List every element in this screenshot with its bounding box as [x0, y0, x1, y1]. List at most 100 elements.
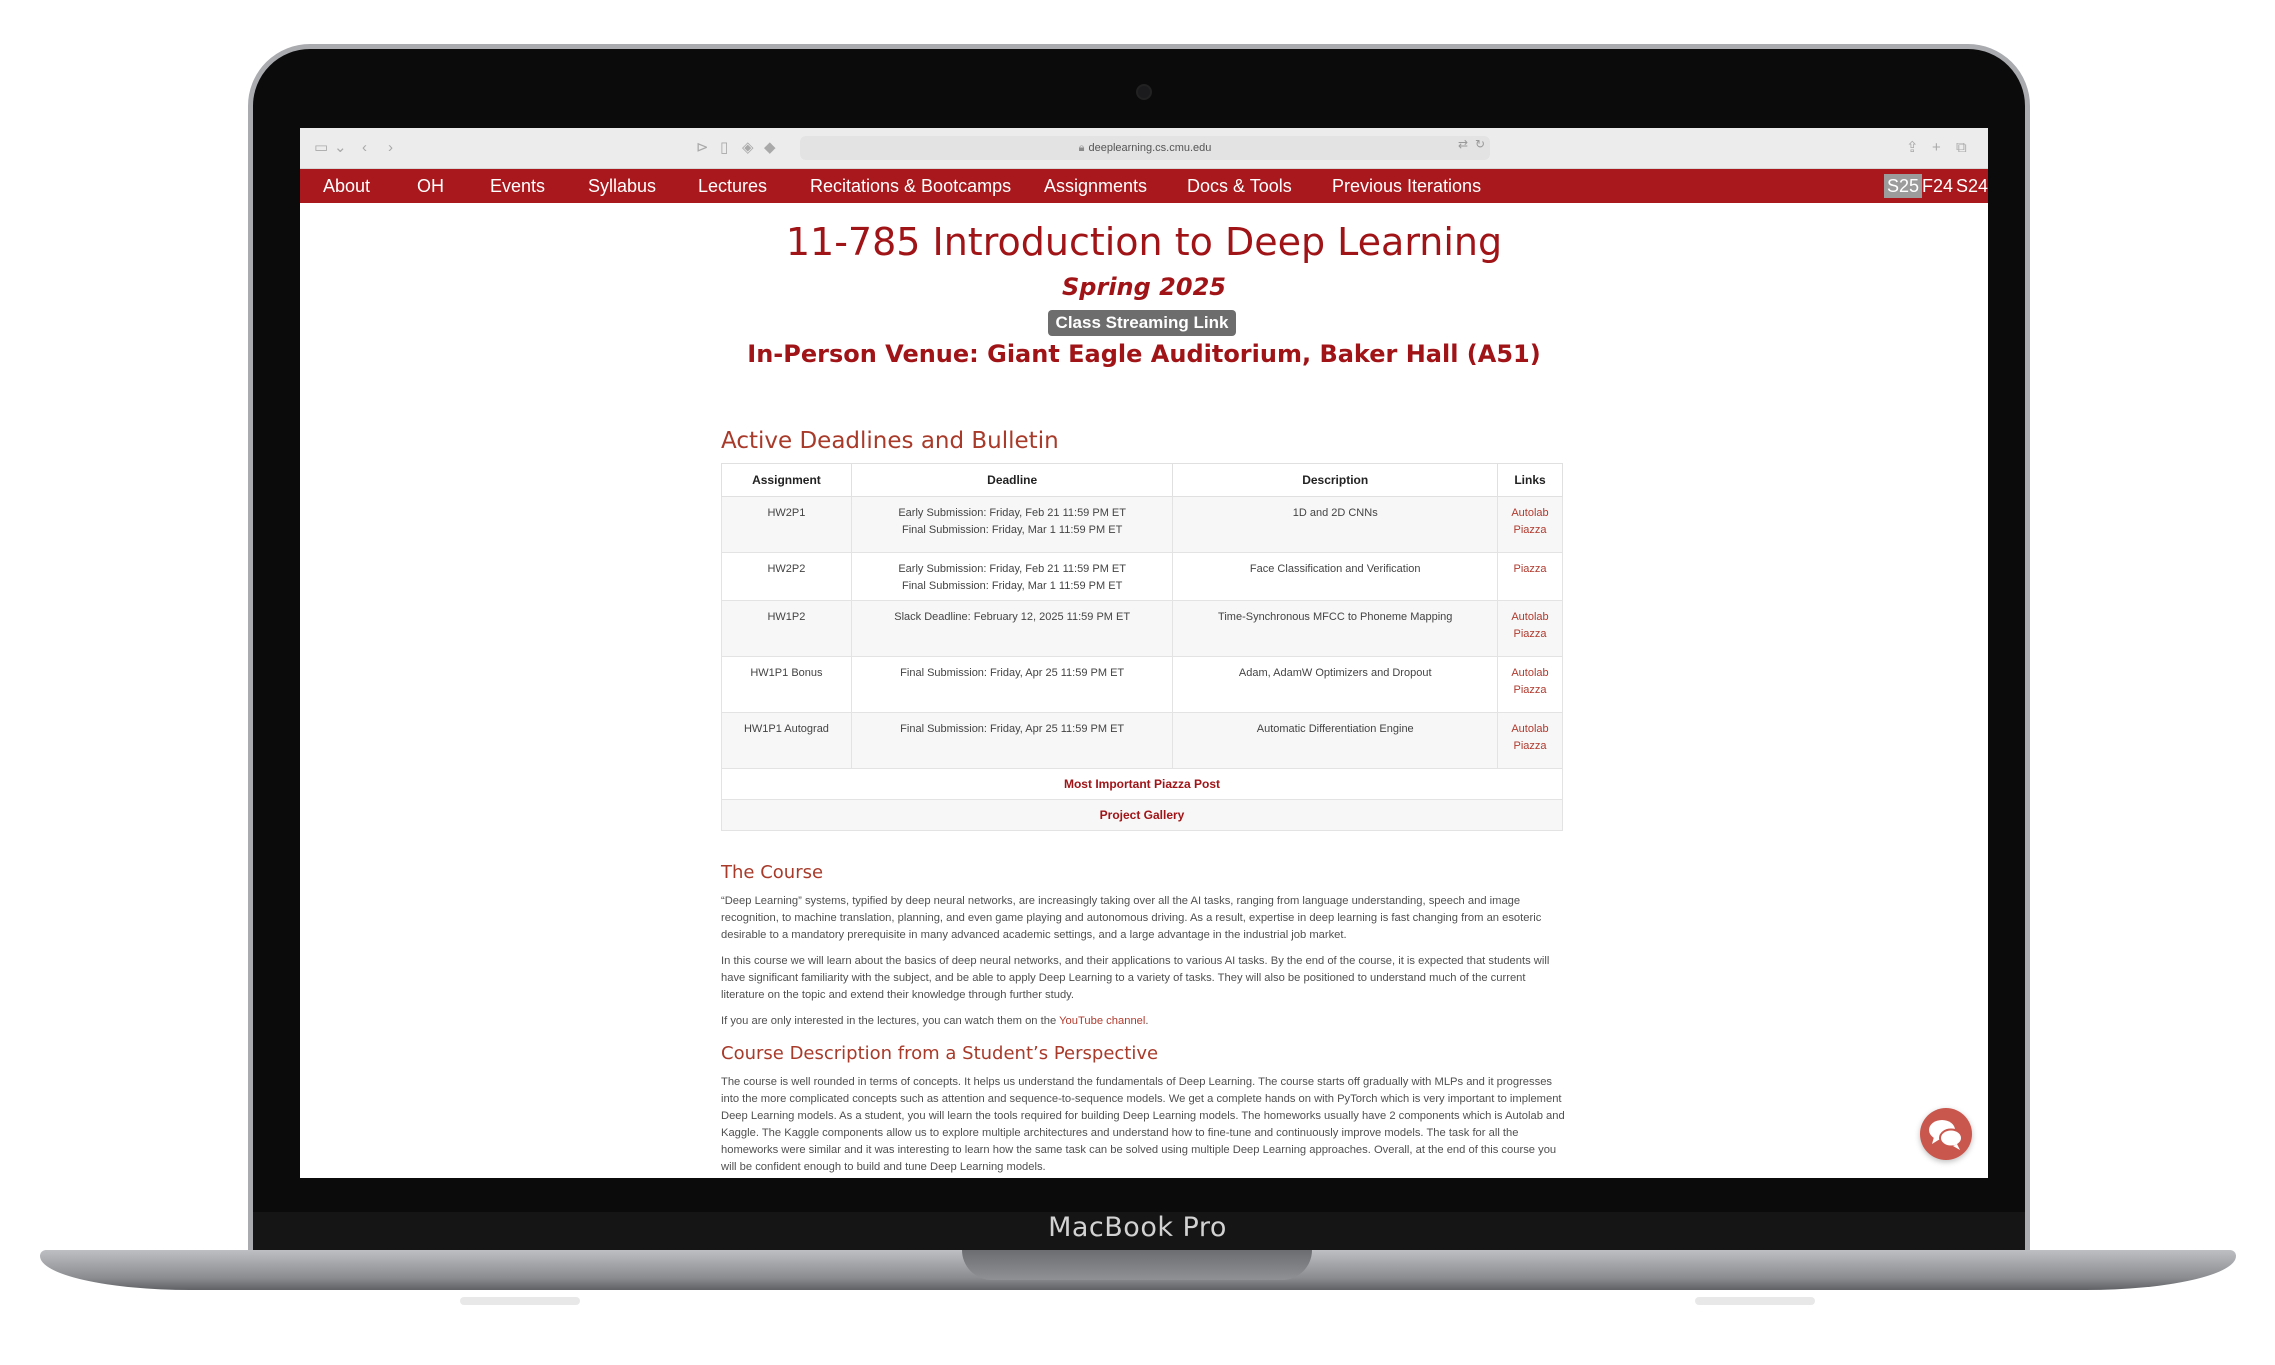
nav-item-events[interactable]: Events	[490, 169, 545, 203]
links-cell: Autolab Piazza	[1497, 496, 1563, 553]
autolab-link[interactable]: Autolab	[1502, 505, 1558, 522]
chat-button[interactable]	[1920, 1108, 1972, 1160]
assignment-cell: HW2P1	[721, 496, 852, 553]
deadline-cell: Slack Deadline: February 12, 2025 11:59 …	[850, 600, 1174, 657]
document-icon[interactable]: ▯	[720, 139, 728, 157]
forward-icon[interactable]: ›	[388, 139, 393, 157]
piazza-link[interactable]: Piazza	[1502, 561, 1558, 578]
deadline-cell: Final Submission: Friday, Apr 25 11:59 P…	[850, 712, 1174, 769]
table-row: HW1P1 Bonus Final Submission: Friday, Ap…	[721, 656, 1563, 713]
sidebar-toggle-icon[interactable]: ▭	[314, 139, 328, 157]
tabs-overview-icon[interactable]: ⧉	[1956, 139, 1967, 157]
translate-icon[interactable]: ⇄	[1458, 137, 1468, 151]
address-bar[interactable]: 🔒︎ deeplearning.cs.cmu.edu	[800, 136, 1490, 160]
nav-item-recitations[interactable]: Recitations & Bootcamps	[810, 169, 1011, 203]
description-cell: Adam, AdamW Optimizers and Dropout	[1172, 656, 1498, 713]
assignment-cell: HW1P1 Bonus	[721, 656, 852, 713]
youtube-channel-link[interactable]: YouTube channel	[1059, 1015, 1145, 1027]
youtube-suffix: .	[1145, 1015, 1149, 1027]
deadlines-table: Assignment Deadline Description Links HW…	[721, 463, 1563, 831]
column-header: Assignment	[721, 463, 852, 497]
venue-text: In-Person Venue: Giant Eagle Auditorium,…	[747, 340, 1541, 368]
table-header-row: Assignment Deadline Description Links	[721, 463, 1563, 497]
table-row: Most Important Piazza Post	[721, 768, 1563, 800]
autolab-link[interactable]: Autolab	[1502, 721, 1558, 738]
piazza-link[interactable]: Piazza	[1502, 522, 1558, 539]
autolab-link[interactable]: Autolab	[1502, 609, 1558, 626]
course-paragraph: “Deep Learning” systems, typified by dee…	[721, 895, 1542, 941]
student-paragraph: The course is well rounded in terms of c…	[721, 1076, 1565, 1173]
laptop-foot	[1695, 1297, 1815, 1305]
table-row: HW1P1 Autograd Final Submission: Friday,…	[721, 712, 1563, 769]
links-cell: Autolab Piazza	[1497, 656, 1563, 713]
back-icon[interactable]: ‹	[362, 139, 367, 157]
links-cell: Piazza	[1497, 552, 1563, 601]
description-cell: Face Classification and Verification	[1172, 552, 1498, 601]
term-s25[interactable]: S25	[1884, 174, 1923, 198]
description-cell: 1D and 2D CNNs	[1172, 496, 1498, 553]
piazza-link[interactable]: Piazza	[1502, 682, 1558, 699]
webcam	[1138, 86, 1150, 98]
nav-item-oh[interactable]: OH	[417, 169, 444, 203]
deadline-line: Early Submission: Friday, Feb 21 11:59 P…	[898, 563, 1126, 575]
links-cell: Autolab Piazza	[1497, 712, 1563, 769]
main-nav: About OH Events Syllabus Lectures Recita…	[300, 169, 1988, 203]
nav-item-previous-iterations[interactable]: Previous Iterations	[1332, 169, 1481, 203]
table-row: Project Gallery	[721, 799, 1563, 831]
chevron-down-icon[interactable]: ⌄	[334, 139, 347, 157]
project-gallery-cell: Project Gallery	[721, 799, 1563, 831]
youtube-paragraph: If you are only interested in the lectur…	[721, 1013, 1566, 1030]
privacy-icon[interactable]: ◈	[742, 139, 754, 157]
deadline-line: Final Submission: Friday, Apr 25 11:59 P…	[900, 723, 1125, 735]
chat-bubbles-icon	[1929, 1120, 1963, 1150]
laptop-foot	[460, 1297, 580, 1305]
deadline-line: Final Submission: Friday, Mar 1 11:59 PM…	[902, 524, 1123, 536]
stream-button-label: Class Streaming Link	[1055, 313, 1229, 332]
reload-icon[interactable]: ↻	[1475, 137, 1485, 151]
student-perspective-heading: Course Description from a Student’s Pers…	[721, 1043, 1159, 1064]
term-s24[interactable]: S24	[1953, 174, 1988, 198]
course-paragraph: In this course we will learn about the b…	[721, 955, 1550, 1001]
autolab-link[interactable]: Autolab	[1502, 665, 1558, 682]
url-text: deeplearning.cs.cmu.edu	[1088, 142, 1212, 154]
term-f24[interactable]: F24	[1919, 174, 1956, 198]
table-row: HW2P1 Early Submission: Friday, Feb 21 1…	[721, 496, 1563, 553]
nav-item-docs-tools[interactable]: Docs & Tools	[1187, 169, 1292, 203]
nav-item-syllabus[interactable]: Syllabus	[588, 169, 656, 203]
deadline-line: Final Submission: Friday, Apr 25 11:59 P…	[900, 667, 1125, 679]
links-cell: Autolab Piazza	[1497, 600, 1563, 657]
piazza-link[interactable]: Piazza	[1502, 738, 1558, 755]
device-label: MacBook Pro	[1048, 1212, 1227, 1243]
class-streaming-button[interactable]: Class Streaming Link ↗	[1048, 310, 1236, 357]
piazza-post-cell: Most Important Piazza Post	[721, 768, 1563, 800]
most-important-piazza-link[interactable]: Most Important Piazza Post	[722, 769, 1562, 799]
nav-item-lectures[interactable]: Lectures	[698, 169, 767, 203]
new-tab-icon[interactable]: +	[1932, 139, 1941, 157]
deadline-cell: Final Submission: Friday, Apr 25 11:59 P…	[850, 656, 1174, 713]
deadline-cell: Early Submission: Friday, Feb 21 11:59 P…	[850, 552, 1174, 601]
youtube-prefix: If you are only interested in the lectur…	[721, 1015, 1060, 1027]
deadline-line: Early Submission: Friday, Feb 21 11:59 P…	[898, 507, 1126, 519]
deadline-line: Final Submission: Friday, Mar 1 11:59 PM…	[902, 580, 1123, 592]
description-cell: Time-Synchronous MFCC to Phoneme Mapping	[1172, 600, 1498, 657]
table-row: HW1P2 Slack Deadline: February 12, 2025 …	[721, 600, 1563, 657]
share-icon[interactable]: ⇪	[1906, 139, 1919, 157]
project-gallery-link[interactable]: Project Gallery	[722, 800, 1562, 830]
column-header: Description	[1172, 463, 1498, 497]
assignment-cell: HW1P1 Autograd	[721, 712, 852, 769]
lock-icon: 🔒︎	[1078, 142, 1085, 154]
screen: ▭ ⌄ ‹ › ⊳ ▯ ◈ ◆ 🔒︎ deeplearning.cs.cmu.ed…	[300, 128, 1988, 1178]
reader-icon[interactable]: ⊳	[696, 139, 709, 157]
piazza-link[interactable]: Piazza	[1502, 626, 1558, 643]
column-header: Links	[1497, 463, 1563, 497]
table-row: HW2P2 Early Submission: Friday, Feb 21 1…	[721, 552, 1563, 601]
extension-icon[interactable]: ◆	[764, 139, 776, 157]
course-heading: The Course	[721, 862, 824, 883]
laptop-notch	[962, 1250, 1312, 1280]
nav-item-about[interactable]: About	[323, 169, 370, 203]
description-cell: Automatic Differentiation Engine	[1172, 712, 1498, 769]
page-subtitle: Spring 2025	[1062, 273, 1226, 301]
nav-item-assignments[interactable]: Assignments	[1044, 169, 1147, 203]
deadline-line: Slack Deadline: February 12, 2025 11:59 …	[894, 611, 1131, 623]
deadlines-heading: Active Deadlines and Bulletin	[721, 428, 1059, 454]
